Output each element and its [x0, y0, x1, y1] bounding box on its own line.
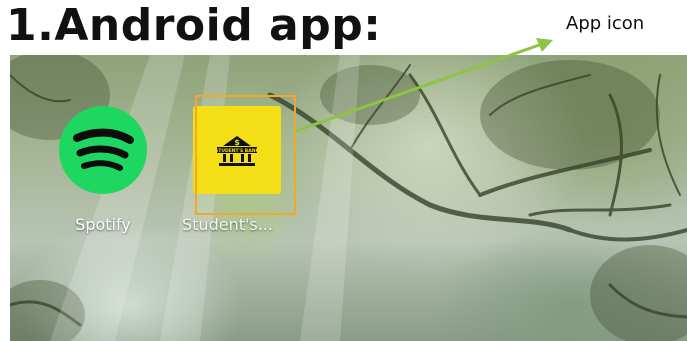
students-bank-app[interactable]: $ STUDENT'S BANK Student's...	[182, 106, 292, 246]
svg-text:$: $	[234, 138, 240, 147]
page-title: 1.Android app:	[6, 0, 382, 51]
app-icon-callout-label: App icon	[566, 13, 645, 34]
svg-text:STUDENT'S BANK: STUDENT'S BANK	[215, 148, 259, 154]
students-bank-app-label: Student's...	[182, 215, 273, 234]
students-bank-icon: $ STUDENT'S BANK	[193, 106, 281, 194]
spotify-icon	[59, 106, 147, 194]
android-home-screen: Spotify $ STUDENT'S BANK Student's...	[10, 55, 687, 341]
spotify-app-label: Spotify	[75, 215, 131, 234]
spotify-app[interactable]: Spotify	[48, 106, 158, 246]
